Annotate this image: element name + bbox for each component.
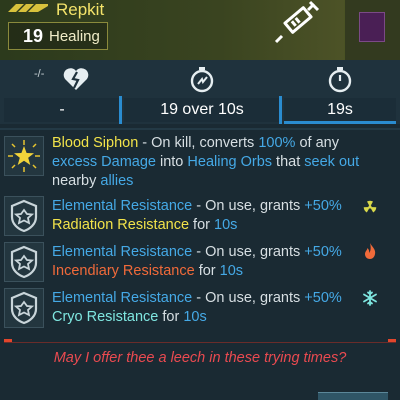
radiation-icon	[363, 200, 377, 213]
perk-value: 10s	[183, 309, 207, 325]
star-badge-icon	[8, 140, 40, 172]
syringe-icon	[274, 0, 320, 44]
double-chevron-icon	[8, 4, 48, 12]
stat-cooldown: 19s	[284, 60, 396, 124]
perk-value: +50%	[304, 244, 342, 260]
perk-text: for	[194, 263, 220, 279]
stat-underline	[284, 121, 396, 124]
perk-name: Elemental Resistance	[52, 198, 193, 214]
perk-keyword: Healing Orbs	[187, 154, 273, 170]
stat-tag: -/-	[34, 68, 45, 80]
perk-cryo-resistance[interactable]: Elemental Resistance - On use, grants +5…	[0, 286, 400, 328]
healing-value: 19	[23, 26, 44, 46]
perk-keyword: allies	[100, 173, 134, 189]
shield-emblem-icon	[10, 245, 38, 279]
fire-icon	[365, 243, 376, 259]
stat-value: 19 over 10s	[124, 98, 280, 122]
flavor-text: May I offer thee a leech in these trying…	[53, 350, 347, 366]
footer-divider	[4, 342, 396, 343]
healing-stat-tag: 19 Healing	[8, 22, 108, 50]
perk-text: nearby	[52, 173, 101, 189]
perk-keyword: Incendiary Resistance	[52, 263, 195, 279]
healing-label: Healing	[49, 28, 100, 45]
perk-icon-box	[4, 136, 44, 176]
item-portrait	[359, 12, 385, 42]
perk-description: Elemental Resistance - On use, grants +5…	[52, 289, 392, 327]
shield-emblem-icon	[10, 199, 38, 233]
stat-value: -	[4, 98, 120, 122]
perk-value: 100%	[258, 135, 296, 151]
stats-row: -/- - 19 over 10s 19s	[0, 60, 400, 124]
perk-radiation-resistance[interactable]: Elemental Resistance - On use, grants +5…	[0, 194, 400, 236]
perk-name: Blood Siphon	[52, 135, 139, 151]
perk-value: +50%	[304, 290, 342, 306]
perk-blood-siphon[interactable]: Blood Siphon - On kill, converts 100% of…	[0, 134, 400, 190]
perk-keyword: excess Damage	[52, 154, 156, 170]
perk-text: - On use, grants	[192, 198, 305, 214]
perk-text: of any	[295, 135, 339, 151]
stat-divider	[119, 96, 122, 124]
perk-value: 10s	[219, 263, 244, 279]
stat-value: 19s	[284, 98, 396, 122]
perk-description: Blood Siphon - On kill, converts 100% of…	[52, 134, 392, 191]
footer-marker-left	[4, 339, 12, 342]
stat-health-cost: -/- -	[4, 60, 122, 124]
perk-text: into	[155, 154, 188, 170]
perk-text: - On use, grants	[192, 290, 305, 306]
item-portrait-slot	[344, 0, 400, 60]
bottom-tab[interactable]	[318, 392, 388, 400]
shield-emblem-icon	[10, 291, 38, 325]
perk-icon-box	[4, 196, 44, 236]
perk-text: that	[272, 154, 305, 170]
snowflake-icon	[363, 290, 377, 306]
perk-name: Elemental Resistance	[52, 290, 193, 306]
perk-incendiary-resistance[interactable]: Elemental Resistance - On use, grants +5…	[0, 240, 400, 282]
item-name: Repkit	[56, 0, 105, 19]
perk-icon-box	[4, 288, 44, 328]
perk-description: Elemental Resistance - On use, grants +5…	[52, 197, 392, 235]
timer-icon	[190, 67, 214, 93]
perk-icon-box	[4, 242, 44, 282]
perk-text: - On kill, converts	[138, 135, 259, 151]
section-divider	[0, 128, 400, 130]
perk-value: 10s	[214, 217, 238, 233]
perk-keyword: seek out	[304, 154, 360, 170]
heart-broken-icon	[63, 68, 89, 90]
perk-name: Elemental Resistance	[52, 244, 193, 260]
perk-keyword: Radiation Resistance	[52, 217, 190, 233]
stopwatch-icon	[328, 67, 352, 93]
perk-keyword: Cryo Resistance	[52, 309, 159, 325]
stat-healing-over-time: 19 over 10s	[124, 60, 282, 124]
perk-text: for	[158, 309, 184, 325]
stat-divider	[279, 96, 282, 124]
perk-text: for	[189, 217, 215, 233]
footer-marker-right	[388, 339, 396, 342]
perk-text: - On use, grants	[192, 244, 305, 260]
item-header: Repkit 19 Healing	[0, 0, 400, 60]
perk-description: Elemental Resistance - On use, grants +5…	[52, 243, 392, 281]
perk-value: +50%	[304, 198, 342, 214]
